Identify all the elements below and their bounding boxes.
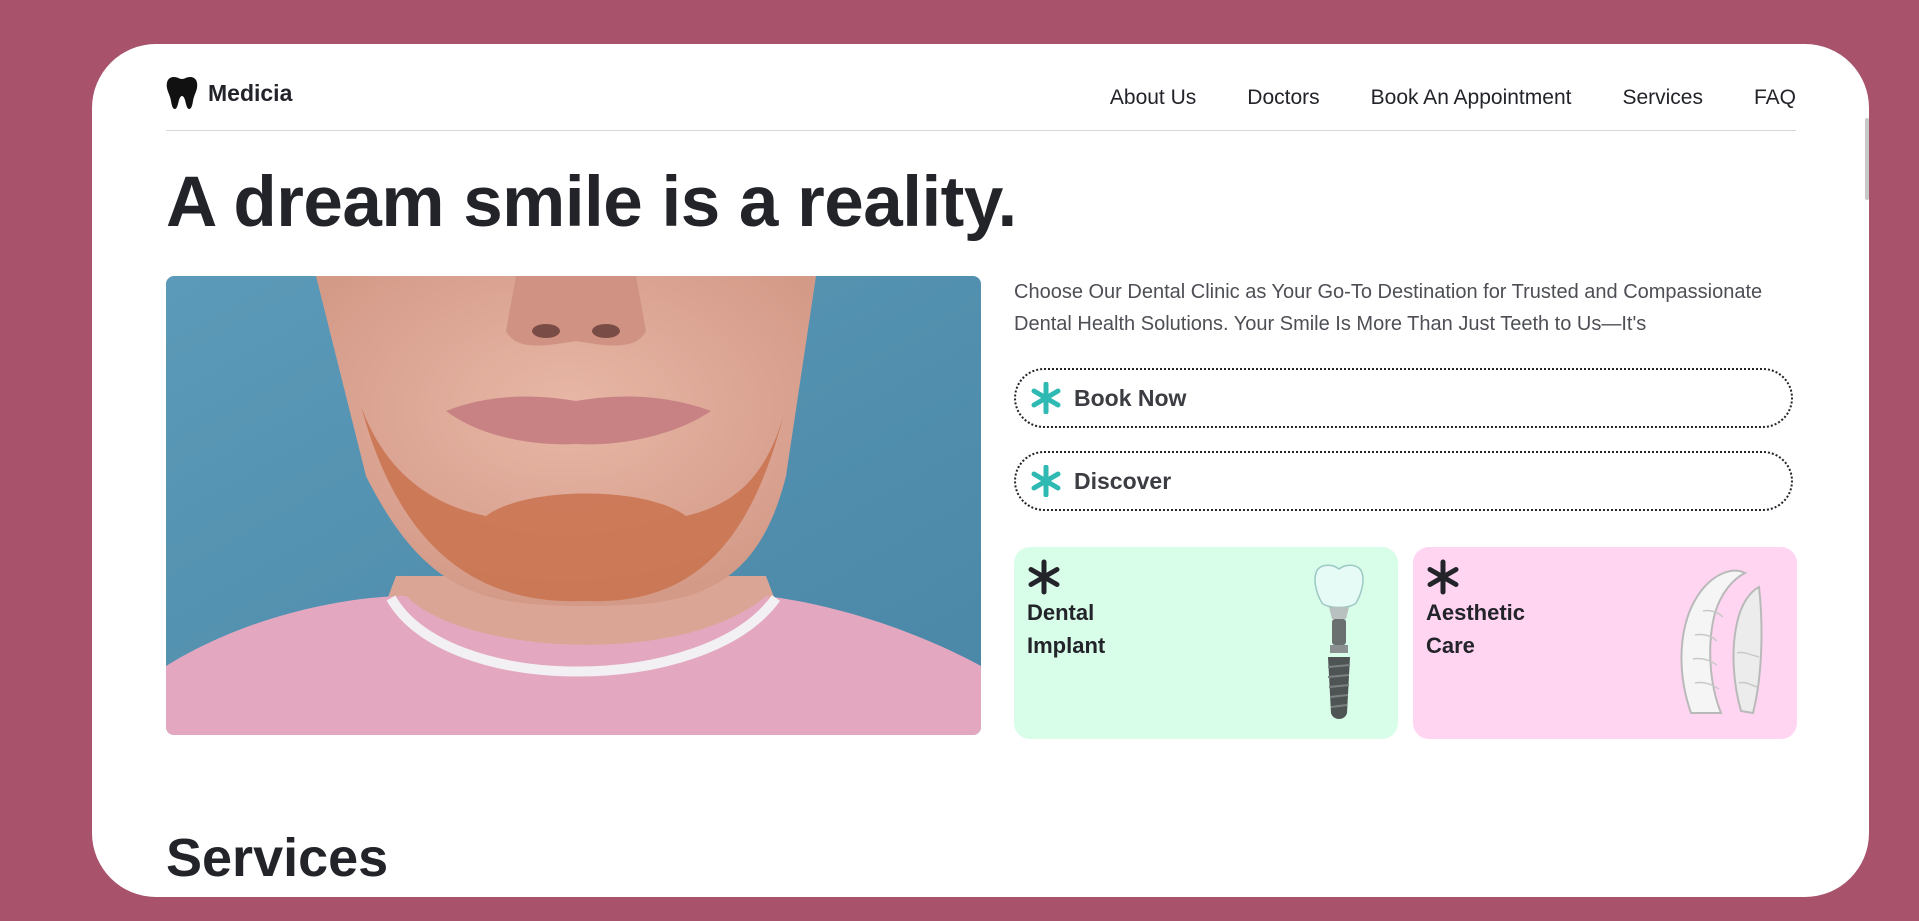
nav-link-book-appointment[interactable]: Book An Appointment xyxy=(1371,86,1572,110)
nav-link-faq[interactable]: FAQ xyxy=(1754,86,1796,110)
discover-label: Discover xyxy=(1074,467,1172,494)
nav-links: About Us Doctors Book An Appointment Ser… xyxy=(1110,86,1796,110)
hero-photo xyxy=(166,276,981,735)
tooth-icon xyxy=(166,77,198,109)
book-now-label: Book Now xyxy=(1074,384,1187,411)
clear-aligner-image xyxy=(1680,569,1763,715)
brand-logo[interactable]: Medicia xyxy=(166,76,292,110)
aesthetic-care-card[interactable]: Aesthetic Care xyxy=(1413,547,1797,739)
brand-name: Medicia xyxy=(208,79,293,106)
page-card: Medicia About Us Doctors Book An Appoint… xyxy=(92,44,1869,897)
nav-link-about-us[interactable]: About Us xyxy=(1110,86,1196,110)
nav-link-doctors[interactable]: Doctors xyxy=(1247,86,1319,110)
aesthetic-care-label: Aesthetic Care xyxy=(1426,600,1526,658)
dental-implant-label: Dental Implant xyxy=(1027,600,1106,658)
scrollbar[interactable] xyxy=(1865,118,1869,200)
asterisk-icon xyxy=(1427,559,1459,595)
hero-title: A dream smile is a reality. xyxy=(166,163,1017,242)
asterisk-icon xyxy=(1028,559,1060,595)
asterisk-icon xyxy=(1031,382,1061,414)
dental-implant-image xyxy=(1314,564,1364,719)
hero-right-column: Choose Our Dental Clinic as Your Go-To D… xyxy=(1014,276,1797,739)
services-heading: Services xyxy=(166,828,389,888)
asterisk-icon xyxy=(1031,465,1061,497)
nav-link-services[interactable]: Services xyxy=(1622,86,1703,110)
book-now-button[interactable]: Book Now xyxy=(1014,368,1793,428)
hero-description: Choose Our Dental Clinic as Your Go-To D… xyxy=(1014,281,1763,335)
navbar: Medicia About Us Doctors Book An Appoint… xyxy=(166,76,1796,131)
dental-implant-card[interactable]: Dental Implant xyxy=(1014,547,1398,739)
discover-button[interactable]: Discover xyxy=(1014,451,1793,511)
